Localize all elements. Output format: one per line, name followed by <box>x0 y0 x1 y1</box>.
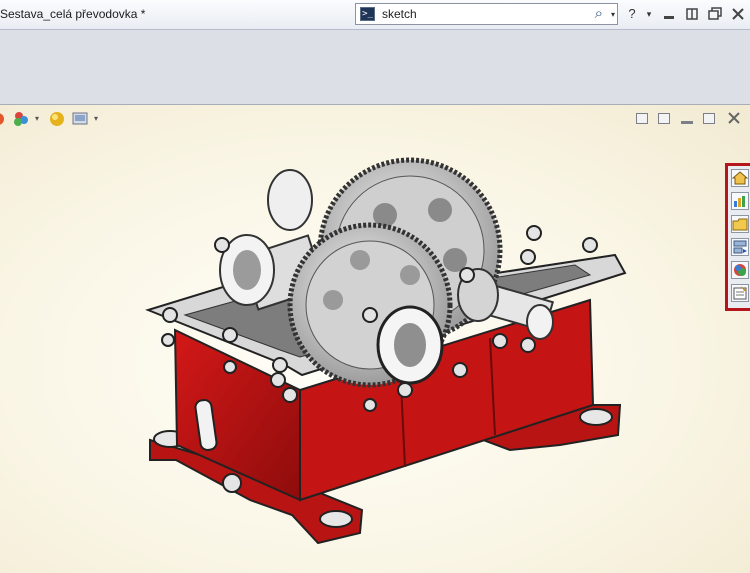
close-icon[interactable] <box>730 5 746 23</box>
custom-properties-icon[interactable] <box>731 284 749 302</box>
search-dropdown-icon[interactable]: ▾ <box>611 10 615 19</box>
large-gear-front[interactable] <box>287 222 453 388</box>
restore-icon[interactable] <box>707 5 723 23</box>
help-icon[interactable]: ? <box>624 5 640 23</box>
search-input[interactable]: sketch <box>382 7 417 21</box>
help-dropdown-icon[interactable]: ▾ <box>643 5 655 23</box>
home-icon[interactable] <box>731 169 749 187</box>
task-pane-tabs <box>725 163 750 311</box>
title-bar: Sestava_celá převodovka * >_ sketch ⌕ ▾ … <box>0 0 750 30</box>
gearbox-model[interactable] <box>0 105 750 573</box>
minimize-icon[interactable] <box>661 5 677 23</box>
graphics-area[interactable]: ▾ ▾ <box>0 105 750 573</box>
command-ribbon <box>0 30 750 105</box>
command-search-icon[interactable]: >_ <box>360 7 375 21</box>
search-magnifier-icon[interactable]: ⌕ <box>595 5 603 22</box>
search-box[interactable]: >_ sketch ⌕ ▾ <box>355 3 618 25</box>
document-title: Sestava_celá převodovka * <box>0 7 146 21</box>
tile-windows-icon[interactable] <box>684 5 700 23</box>
file-explorer-icon[interactable] <box>731 238 749 256</box>
resources-icon[interactable] <box>731 192 749 210</box>
design-library-icon[interactable] <box>731 215 749 233</box>
appearances-icon[interactable] <box>731 261 749 279</box>
